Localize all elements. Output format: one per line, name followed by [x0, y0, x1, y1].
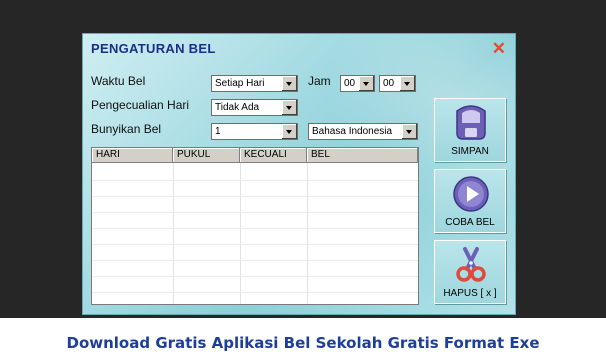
column-header-bel[interactable]: BEL: [307, 148, 418, 163]
chevron-down-icon[interactable]: [401, 124, 417, 139]
grid-line: [173, 163, 174, 304]
grid-line: [240, 163, 241, 304]
pengecualian-hari-select[interactable]: Tidak Ada: [211, 99, 298, 116]
grid-line: [92, 228, 418, 229]
simpan-button[interactable]: SIMPAN: [434, 98, 506, 162]
bunyikan-bel-select[interactable]: 1: [211, 123, 298, 140]
simpan-label: SIMPAN: [451, 146, 489, 157]
coba-bel-button[interactable]: COBA BEL: [434, 169, 506, 233]
column-header-kecuali[interactable]: KECUALI: [240, 148, 307, 163]
waktu-bel-value: Setiap Hari: [215, 78, 265, 89]
chevron-down-icon[interactable]: [281, 124, 297, 139]
waktu-bel-label: Waktu Bel: [91, 74, 146, 88]
close-icon[interactable]: ✕: [492, 39, 506, 59]
schedule-table[interactable]: HARI PUKUL KECUALI BEL: [91, 147, 419, 305]
jam-minute-select[interactable]: 00: [379, 75, 416, 92]
coba-bel-label: COBA BEL: [445, 217, 495, 228]
waktu-bel-select[interactable]: Setiap Hari: [211, 75, 298, 92]
chevron-down-icon[interactable]: [281, 76, 297, 91]
jam-label: Jam: [308, 74, 331, 88]
scissors-icon: [456, 247, 486, 282]
chevron-down-icon[interactable]: [358, 76, 374, 91]
chevron-down-icon[interactable]: [281, 100, 297, 115]
settings-window: PENGATURAN BEL ✕ Waktu Bel Setiap Hari J…: [82, 33, 516, 315]
table-header: HARI PUKUL KECUALI BEL: [92, 148, 418, 163]
grid-line: [92, 212, 418, 213]
column-header-pukul[interactable]: PUKUL: [173, 148, 240, 163]
bahasa-value: Bahasa Indonesia: [312, 126, 393, 137]
pengecualian-hari-value: Tidak Ada: [215, 102, 260, 113]
grid-line: [92, 292, 418, 293]
save-icon: [456, 105, 486, 140]
chevron-down-icon[interactable]: [399, 76, 415, 91]
jam-minute-value: 00: [383, 78, 395, 89]
grid-line: [92, 196, 418, 197]
play-icon: [453, 176, 489, 212]
bahasa-select[interactable]: Bahasa Indonesia: [308, 123, 418, 140]
column-header-hari[interactable]: HARI: [92, 148, 173, 163]
bunyikan-bel-label: Bunyikan Bel: [91, 122, 162, 136]
hapus-button[interactable]: HAPUS [ x ]: [434, 240, 506, 304]
bunyikan-bel-value: 1: [215, 126, 221, 137]
hapus-label: HAPUS [ x ]: [443, 288, 497, 299]
jam-hour-select[interactable]: 00: [340, 75, 375, 92]
jam-hour-value: 00: [344, 78, 356, 89]
grid-line: [92, 244, 418, 245]
pengecualian-hari-label: Pengecualian Hari: [91, 98, 190, 112]
window-title: PENGATURAN BEL: [91, 41, 216, 56]
download-caption: Download Gratis Aplikasi Bel Sekolah Gra…: [66, 334, 540, 352]
grid-line: [92, 180, 418, 181]
grid-line: [92, 260, 418, 261]
grid-line: [92, 276, 418, 277]
grid-line: [307, 163, 308, 304]
